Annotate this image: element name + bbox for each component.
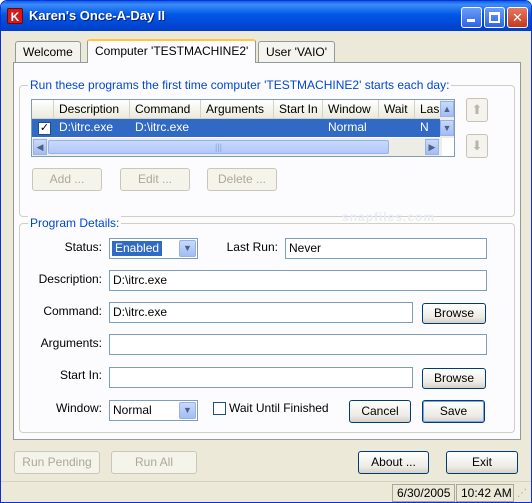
- tab-welcome[interactable]: Welcome: [15, 41, 81, 62]
- maximize-button[interactable]: [484, 7, 505, 28]
- arrow-up-icon: ⬆: [471, 102, 483, 117]
- row-enabled-checkbox[interactable]: ✓: [38, 122, 51, 135]
- scroll-right-icon[interactable]: ▶: [425, 139, 439, 155]
- column-window[interactable]: Window: [323, 100, 379, 119]
- cell-description: D:\itrc.exe: [59, 120, 114, 134]
- edit-button[interactable]: Edit ...: [120, 168, 190, 191]
- browse-command-button[interactable]: Browse: [422, 303, 486, 324]
- scroll-left-icon[interactable]: ◀: [33, 139, 47, 155]
- arguments-field[interactable]: [109, 334, 487, 355]
- run-all-button[interactable]: Run All: [111, 451, 197, 474]
- cell-command: D:\itrc.exe: [135, 120, 190, 134]
- cell-last: N: [420, 120, 429, 134]
- cell-window: Normal: [328, 120, 367, 134]
- run-pending-button[interactable]: Run Pending: [14, 451, 100, 474]
- tab-label: Computer 'TESTMACHINE2': [95, 44, 249, 58]
- tab-panel-computer: Run these programs the first time comput…: [13, 62, 521, 440]
- last-run-field: Never: [285, 238, 487, 259]
- arrow-down-icon: ⬇: [471, 138, 483, 153]
- column-check[interactable]: [32, 100, 54, 119]
- column-start-in[interactable]: Start In: [274, 100, 323, 119]
- resize-grip-icon[interactable]: ⋰: [517, 489, 529, 501]
- column-arguments[interactable]: Arguments: [201, 100, 274, 119]
- table-row[interactable]: ✓ D:\itrc.exe D:\itrc.exe Normal N: [32, 119, 442, 137]
- delete-button[interactable]: Delete ...: [207, 168, 277, 191]
- start-in-field[interactable]: [109, 367, 413, 388]
- cell-wait: [379, 119, 415, 137]
- status-time: 10:42 AM: [456, 484, 514, 502]
- command-field[interactable]: D:\itrc.exe: [109, 302, 413, 323]
- minimize-icon: [467, 19, 475, 22]
- window-title: Karen's Once-A-Day II: [29, 8, 166, 23]
- status-date: 6/30/2005: [392, 484, 455, 502]
- move-up-button[interactable]: ⬆: [466, 98, 488, 122]
- title-bar[interactable]: K Karen's Once-A-Day II ✕: [1, 1, 531, 31]
- tab-label: User 'VAIO': [266, 45, 328, 59]
- programs-list[interactable]: Description Command Arguments Start In W…: [31, 99, 455, 157]
- horizontal-scrollbar[interactable]: ◀ ||| ▶: [32, 138, 442, 156]
- close-button[interactable]: ✕: [507, 7, 528, 28]
- scroll-thumb[interactable]: |||: [48, 140, 389, 154]
- close-icon: ✕: [512, 10, 523, 25]
- status-bar: 6/30/2005 10:42 AM ⋰: [1, 481, 531, 502]
- window-label: Window:: [55, 401, 102, 415]
- command-label: Command:: [43, 304, 102, 318]
- programs-group-title: Run these programs the first time comput…: [28, 78, 452, 92]
- wait-until-finished-label[interactable]: Wait Until Finished: [229, 401, 329, 415]
- status-label: Status:: [64, 240, 102, 254]
- main-window: K Karen's Once-A-Day II ✕ Welcome Comput…: [0, 0, 532, 503]
- maximize-icon: [489, 12, 500, 23]
- tab-label: Welcome: [23, 45, 73, 59]
- arguments-label: Arguments:: [40, 336, 102, 350]
- last-run-label: Last Run:: [226, 240, 278, 254]
- save-button[interactable]: Save: [422, 400, 485, 423]
- status-select[interactable]: Enabled ▼: [109, 238, 198, 259]
- column-wait[interactable]: Wait: [379, 100, 415, 119]
- exit-button[interactable]: Exit: [446, 451, 518, 474]
- wait-until-finished-checkbox[interactable]: [213, 402, 226, 415]
- column-last[interactable]: Las: [415, 100, 442, 119]
- cell-arguments: [201, 119, 274, 137]
- minimize-button[interactable]: [461, 7, 482, 28]
- chevron-down-icon[interactable]: ▼: [179, 402, 196, 419]
- about-button[interactable]: About ...: [358, 451, 429, 474]
- move-down-button[interactable]: ⬇: [466, 134, 488, 158]
- scroll-down-icon[interactable]: ▼: [440, 120, 454, 136]
- vertical-scrollbar[interactable]: ▲ ▼: [440, 100, 454, 138]
- tab-user[interactable]: User 'VAIO': [258, 41, 336, 62]
- column-description[interactable]: Description: [54, 100, 130, 119]
- description-label: Description:: [38, 272, 102, 286]
- details-group-title: Program Details:: [28, 216, 122, 230]
- tab-computer[interactable]: Computer 'TESTMACHINE2': [87, 39, 257, 63]
- status-value: Enabled: [112, 241, 163, 256]
- cancel-button[interactable]: Cancel: [349, 400, 411, 423]
- list-header: Description Command Arguments Start In W…: [32, 100, 442, 119]
- column-command[interactable]: Command: [130, 100, 201, 119]
- start-in-label: Start In:: [59, 368, 102, 382]
- watermark: snapfiles.com: [342, 210, 436, 224]
- window-value: Normal: [113, 403, 152, 417]
- chevron-down-icon[interactable]: ▼: [179, 240, 196, 257]
- add-button[interactable]: Add ...: [32, 168, 102, 191]
- window-select[interactable]: Normal ▼: [109, 400, 198, 421]
- browse-start-in-button[interactable]: Browse: [422, 368, 486, 389]
- cell-start-in: [274, 119, 323, 137]
- description-field[interactable]: D:\itrc.exe: [109, 270, 487, 291]
- app-logo-icon: K: [7, 8, 23, 24]
- scroll-up-icon[interactable]: ▲: [440, 101, 454, 117]
